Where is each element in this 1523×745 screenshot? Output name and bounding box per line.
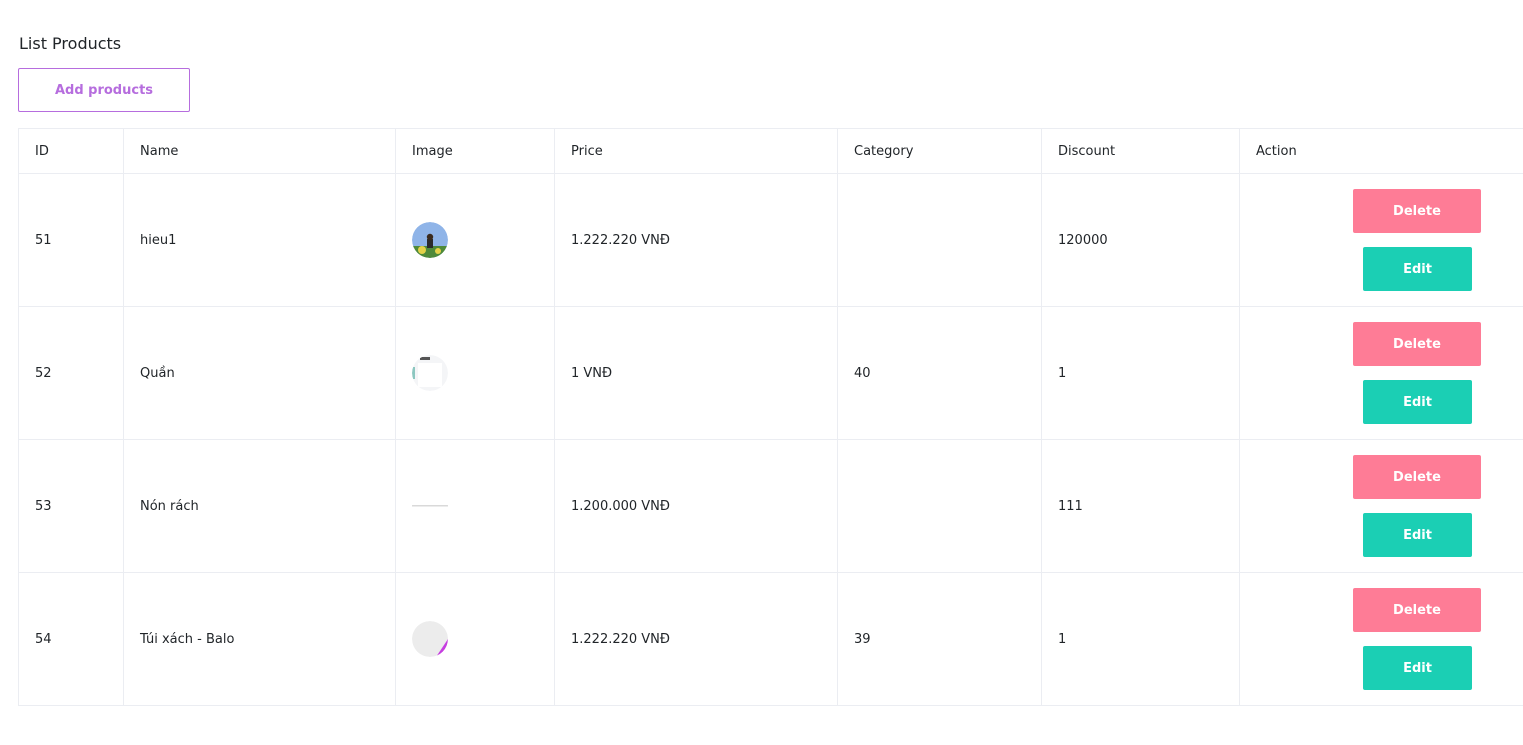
cell-discount: 1	[1041, 306, 1240, 440]
cell-id: 51	[18, 173, 124, 307]
product-thumbnail	[412, 505, 448, 507]
table-header-row: ID Name Image Price Category Discount Ac…	[18, 128, 1523, 174]
cell-image	[395, 439, 555, 573]
cell-action: Delete Edit	[1239, 439, 1523, 573]
product-thumbnail	[412, 621, 448, 657]
table-row: 52 Quần 1 VNĐ 40 1 Delete Edit	[18, 306, 1523, 440]
cell-name: Quần	[123, 306, 396, 440]
page-title: List Products	[19, 34, 122, 53]
cell-action: Delete Edit	[1239, 173, 1523, 307]
cell-discount: 120000	[1041, 173, 1240, 307]
edit-button[interactable]: Edit	[1363, 646, 1472, 690]
products-table: ID Name Image Price Category Discount Ac…	[18, 128, 1523, 706]
cell-price: 1 VNĐ	[554, 306, 838, 440]
cell-category	[837, 173, 1042, 307]
edit-button[interactable]: Edit	[1363, 513, 1472, 557]
delete-button[interactable]: Delete	[1353, 189, 1481, 233]
cell-discount: 111	[1041, 439, 1240, 573]
cell-id: 52	[18, 306, 124, 440]
cell-category: 39	[837, 572, 1042, 706]
cell-image	[395, 306, 555, 440]
cell-image	[395, 173, 555, 307]
delete-button[interactable]: Delete	[1353, 588, 1481, 632]
table-row: 51 hieu1 1.222.220 VNĐ 120000 Delete Edi…	[18, 173, 1523, 307]
column-header-name: Name	[123, 128, 396, 174]
cell-price: 1.222.220 VNĐ	[554, 173, 838, 307]
edit-button[interactable]: Edit	[1363, 247, 1472, 291]
column-header-image: Image	[395, 128, 555, 174]
cell-name: Nón rách	[123, 439, 396, 573]
column-header-discount: Discount	[1041, 128, 1240, 174]
cell-action: Delete Edit	[1239, 306, 1523, 440]
cell-price: 1.222.220 VNĐ	[554, 572, 838, 706]
cell-category: 40	[837, 306, 1042, 440]
cell-category	[837, 439, 1042, 573]
cell-name: Túi xách - Balo	[123, 572, 396, 706]
product-thumbnail	[412, 222, 448, 258]
cell-id: 54	[18, 572, 124, 706]
table-row: 53 Nón rách 1.200.000 VNĐ 111 Delete Edi…	[18, 439, 1523, 573]
cell-id: 53	[18, 439, 124, 573]
products-page: List Products Add products ID Name Image…	[0, 0, 1523, 745]
table-row: 54 Túi xách - Balo 1.222.220 VNĐ 39 1 De	[18, 572, 1523, 706]
cell-action: Delete Edit	[1239, 572, 1523, 706]
cell-name: hieu1	[123, 173, 396, 307]
column-header-price: Price	[554, 128, 838, 174]
cell-discount: 1	[1041, 572, 1240, 706]
column-header-id: ID	[18, 128, 124, 174]
cell-image	[395, 572, 555, 706]
delete-button[interactable]: Delete	[1353, 455, 1481, 499]
add-products-button[interactable]: Add products	[18, 68, 190, 112]
column-header-category: Category	[837, 128, 1042, 174]
column-header-action: Action	[1239, 128, 1523, 174]
product-thumbnail	[412, 355, 448, 391]
edit-button[interactable]: Edit	[1363, 380, 1472, 424]
cell-price: 1.200.000 VNĐ	[554, 439, 838, 573]
delete-button[interactable]: Delete	[1353, 322, 1481, 366]
